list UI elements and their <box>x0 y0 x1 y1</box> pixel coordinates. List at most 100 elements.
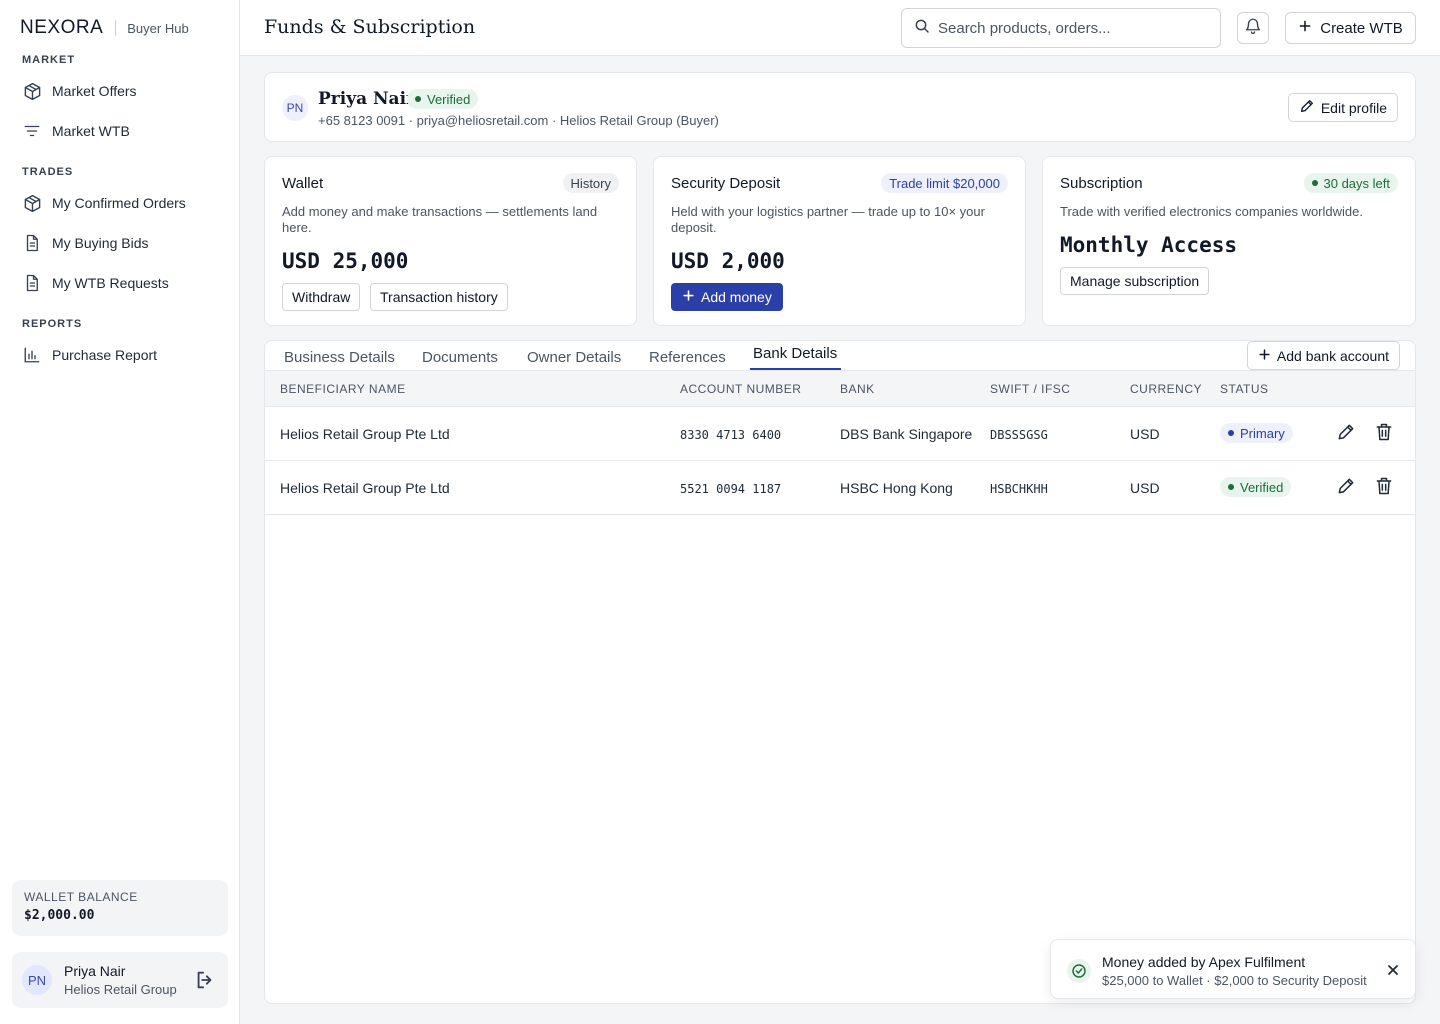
account-number: 8330 4713 6400 <box>680 428 782 442</box>
sidebar-item-market-wtb[interactable]: Market WTB <box>12 115 228 147</box>
swift-code: DBSSSGSG <box>990 428 1048 442</box>
plus-icon <box>1298 19 1312 37</box>
swift-code: HSBCHKHH <box>990 482 1048 496</box>
bar-chart-icon <box>22 345 42 365</box>
status-dot <box>1228 430 1234 436</box>
sidebar-item-label: My Buying Bids <box>52 235 149 251</box>
add-bank-account-button[interactable]: Add bank account <box>1246 341 1400 370</box>
user-card: PN Priya Nair Helios Retail Group <box>12 952 228 1008</box>
pencil-icon <box>1336 422 1356 447</box>
create-wtb-label: Create WTB <box>1320 19 1403 37</box>
user-info: Priya Nair Helios Retail Group <box>64 963 194 997</box>
sidebar-item-my-buying-bids[interactable]: My Buying Bids <box>12 227 228 259</box>
table-row: Helios Retail Group Pte Ltd 5521 0094 11… <box>265 461 1415 515</box>
sidebar-item-label: Market WTB <box>52 123 130 139</box>
tab-documents[interactable]: Documents <box>422 349 498 366</box>
edit-profile-button[interactable]: Edit profile <box>1287 93 1398 122</box>
plus-icon <box>1258 348 1271 364</box>
page-title: Funds & Subscription <box>264 16 476 38</box>
status-badge: Verified <box>1220 477 1292 497</box>
user-company: Helios Retail Group <box>64 982 177 997</box>
status-badge: Primary <box>1220 423 1293 443</box>
days-left-label: 30 days left <box>1323 175 1391 191</box>
column-header-currency: CURRENCY <box>1130 382 1203 396</box>
edit-row-button[interactable] <box>1334 422 1358 446</box>
subscription-card-title: Subscription <box>1060 175 1143 192</box>
sidebar-item-label: Market Offers <box>52 83 137 99</box>
delete-row-button[interactable] <box>1372 422 1396 446</box>
sidebar: NEXORA Buyer Hub MARKET Market Offers Ma… <box>0 0 240 1024</box>
wallet-card: Wallet History Add money and make transa… <box>264 156 637 326</box>
logout-icon[interactable] <box>194 969 216 991</box>
profile-contact: +65 8123 0091 · priya@heliosretail.com ·… <box>318 113 719 128</box>
notifications-button[interactable] <box>1237 12 1269 44</box>
wallet-card-description: Add money and make transactions — settle… <box>282 204 598 235</box>
search-box[interactable] <box>901 8 1221 48</box>
add-bank-account-label: Add bank account <box>1276 347 1389 364</box>
wallet-balance-value: $2,000.00 <box>24 908 95 923</box>
beneficiary-name: Helios Retail Group Pte Ltd <box>280 426 450 442</box>
column-header-bank: BANK <box>840 382 875 396</box>
beneficiary-name: Helios Retail Group Pte Ltd <box>280 480 450 496</box>
trash-icon <box>1374 422 1394 447</box>
cube-icon <box>22 81 42 101</box>
brand-divider <box>115 20 117 36</box>
wallet-card-title: Wallet <box>282 175 324 192</box>
column-header-account-number: ACCOUNT NUMBER <box>680 382 802 396</box>
transaction-history-button[interactable]: Transaction history <box>370 283 508 311</box>
edit-row-button[interactable] <box>1334 476 1358 500</box>
add-money-label: Add money <box>701 289 772 305</box>
pencil-icon <box>1299 98 1315 117</box>
check-circle-icon <box>1067 959 1091 983</box>
status-dot <box>415 96 421 102</box>
withdraw-button[interactable]: Withdraw <box>282 283 361 311</box>
bank-name: DBS Bank Singapore <box>840 426 973 442</box>
days-left-badge: 30 days left <box>1303 173 1398 193</box>
wallet-amount: USD 25,000 <box>282 249 409 273</box>
status-badge: Verified <box>407 89 479 109</box>
status-dot <box>1311 180 1318 186</box>
sidebar-item-purchase-report[interactable]: Purchase Report <box>12 339 228 371</box>
tab-bank-details[interactable]: Bank Details <box>753 345 837 362</box>
cube-icon <box>22 193 42 213</box>
close-icon[interactable] <box>1385 962 1401 978</box>
tab-owner-details[interactable]: Owner Details <box>527 349 621 366</box>
deposit-amount: USD 2,000 <box>671 249 785 273</box>
tab-business-details[interactable]: Business Details <box>284 349 395 366</box>
user-name: Priya Nair <box>64 963 126 979</box>
account-number: 5521 0094 1187 <box>680 482 782 496</box>
toast-notification: Money added by Apex Fulfilment $25,000 t… <box>1050 939 1416 999</box>
avatar: PN <box>282 95 308 121</box>
bell-icon <box>1244 17 1262 40</box>
delete-row-button[interactable] <box>1372 476 1396 500</box>
status-badge-label: Primary <box>1240 425 1285 441</box>
tab-references[interactable]: References <box>649 349 726 366</box>
history-badge[interactable]: History <box>562 173 619 193</box>
sidebar-item-my-wtb-requests[interactable]: My WTB Requests <box>12 267 228 299</box>
search-input[interactable] <box>938 19 1208 37</box>
brand-logo[interactable]: NEXORA <box>20 17 103 39</box>
toast-subtitle: $25,000 to Wallet · $2,000 to Security D… <box>1102 973 1367 988</box>
currency: USD <box>1130 480 1160 496</box>
trade-limit-badge: Trade limit $20,000 <box>881 173 1008 193</box>
document-icon <box>22 233 42 253</box>
wallet-balance-label: WALLET BALANCE <box>24 890 138 904</box>
add-money-button[interactable]: Add money <box>671 283 783 311</box>
create-wtb-button[interactable]: Create WTB <box>1285 12 1416 44</box>
manage-subscription-button[interactable]: Manage subscription <box>1060 267 1210 295</box>
sidebar-item-my-confirmed-orders[interactable]: My Confirmed Orders <box>12 187 228 219</box>
subscription-card: Subscription 30 days left Trade with ver… <box>1042 156 1416 326</box>
trash-icon <box>1374 476 1394 501</box>
status-badge-label: Verified <box>427 91 471 107</box>
top-header: Funds & Subscription Create WTB <box>240 0 1440 56</box>
currency: USD <box>1130 426 1160 442</box>
sidebar-item-market-offers[interactable]: Market Offers <box>12 75 228 107</box>
column-header-status: STATUS <box>1220 382 1269 396</box>
subscription-plan: Monthly Access <box>1060 233 1238 257</box>
sidebar-item-label: My Confirmed Orders <box>52 195 186 211</box>
pencil-icon <box>1336 476 1356 501</box>
search-icon <box>914 18 930 39</box>
details-panel: Business Details Documents Owner Details… <box>264 340 1416 1004</box>
sidebar-item-label: My WTB Requests <box>52 275 169 291</box>
filter-icon <box>22 121 42 141</box>
